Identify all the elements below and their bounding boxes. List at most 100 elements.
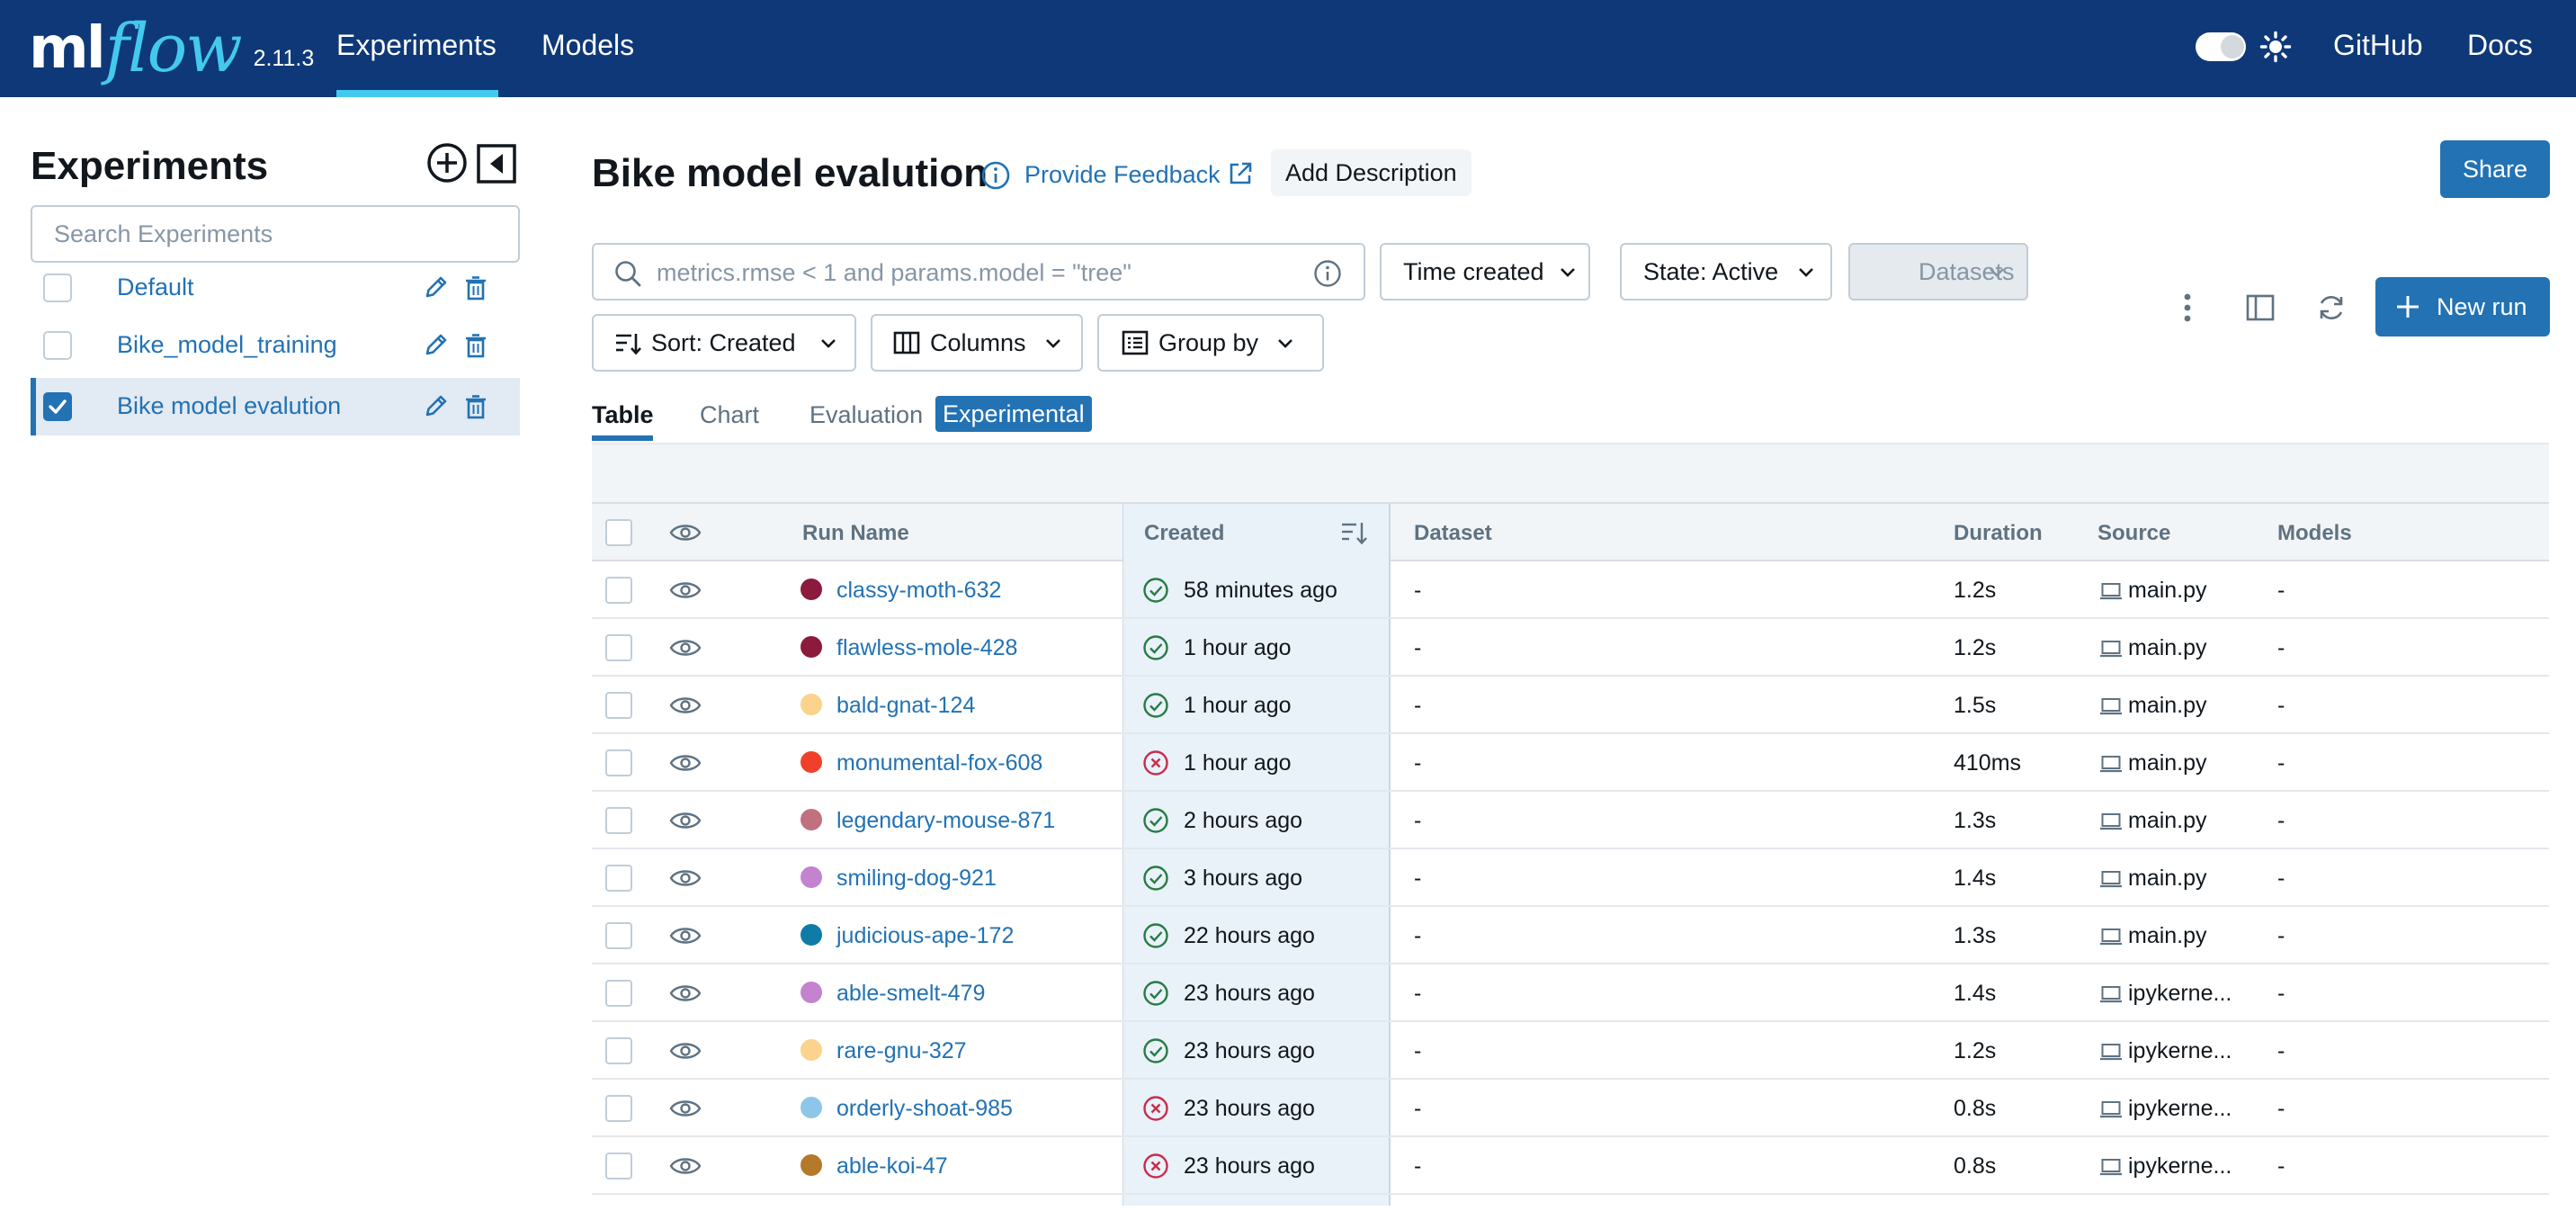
table-row[interactable]: flawless-mole-428 1 hour ago - 1.2s main.py -	[592, 619, 2549, 677]
run-name-link[interactable]: monumental-fox-608	[836, 750, 1042, 776]
state-dropdown[interactable]: State: Active	[1620, 243, 1832, 301]
eye-icon[interactable]	[669, 637, 702, 659]
sidebar-item-bike-model-training[interactable]: Bike_model_training	[31, 317, 520, 374]
run-color-dot[interactable]	[801, 694, 822, 715]
eye-icon[interactable]	[669, 925, 702, 946]
table-row[interactable]: classy-moth-632 58 minutes ago - 1.2s main.p…	[592, 561, 2549, 619]
run-color-dot[interactable]	[801, 1154, 822, 1176]
refresh-icon[interactable]	[2315, 292, 2348, 324]
add-experiment-icon[interactable]	[426, 142, 468, 184]
search-info-icon[interactable]	[1313, 259, 1342, 288]
run-color-dot[interactable]	[801, 809, 822, 830]
table-row[interactable]: smiling-dog-921 3 hours ago - 1.4s main.py -	[592, 849, 2549, 907]
search-experiments-input[interactable]	[31, 205, 520, 263]
row-checkbox[interactable]	[605, 980, 632, 1007]
tab-evaluation[interactable]: Evaluation	[809, 401, 923, 429]
dark-mode-toggle[interactable]	[2196, 32, 2246, 61]
delete-trash-icon[interactable]	[464, 333, 487, 358]
experiment-checkbox[interactable]	[43, 274, 72, 302]
eye-icon[interactable]	[669, 982, 702, 1004]
select-all-checkbox[interactable]	[605, 519, 632, 546]
row-checkbox[interactable]	[605, 1095, 632, 1122]
row-checkbox[interactable]	[605, 749, 632, 776]
row-checkbox[interactable]	[605, 807, 632, 834]
source-cell[interactable]: main.py	[2128, 808, 2207, 834]
table-row[interactable]: rare-gnu-327 23 hours ago - 1.2s ipykerne...…	[592, 1022, 2549, 1080]
nav-experiments[interactable]: Experiments	[336, 29, 496, 62]
experiment-name[interactable]: Default	[117, 274, 194, 301]
sidebar-item-bike-model-evalution[interactable]: Bike model evalution	[31, 378, 520, 435]
run-color-dot[interactable]	[801, 982, 822, 1003]
runs-search-input[interactable]	[657, 254, 1286, 292]
run-name-link[interactable]: able-koi-47	[836, 1153, 948, 1180]
nav-docs[interactable]: Docs	[2467, 29, 2533, 62]
tab-chart[interactable]: Chart	[700, 401, 759, 429]
group-by-dropdown[interactable]: Group by	[1097, 314, 1324, 372]
column-header-dataset[interactable]: Dataset	[1414, 521, 1492, 546]
table-row[interactable]: judicious-ape-172 22 hours ago - 1.3s main.p…	[592, 907, 2549, 964]
run-color-dot[interactable]	[801, 751, 822, 773]
run-name-link[interactable]: classy-moth-632	[836, 578, 1001, 604]
column-header-duration[interactable]: Duration	[1954, 521, 2043, 546]
mlflow-logo[interactable]: ml flow 2.11.3	[29, 4, 314, 94]
source-cell[interactable]: main.py	[2128, 750, 2207, 776]
row-checkbox[interactable]	[605, 1153, 632, 1180]
info-icon[interactable]	[980, 160, 1011, 191]
eye-icon[interactable]	[669, 695, 702, 716]
run-name-link[interactable]: judicious-ape-172	[836, 923, 1014, 949]
table-row[interactable]: legendary-mouse-871 2 hours ago - 1.3s main.…	[592, 792, 2549, 849]
delete-trash-icon[interactable]	[464, 275, 487, 301]
new-run-button[interactable]: New run	[2375, 277, 2550, 336]
run-color-dot[interactable]	[801, 636, 822, 658]
run-color-dot[interactable]	[801, 866, 822, 888]
experiment-name[interactable]: Bike_model_training	[117, 331, 337, 359]
experiment-checkbox[interactable]	[43, 331, 72, 360]
row-checkbox[interactable]	[605, 634, 632, 661]
more-options-icon[interactable]	[2175, 290, 2200, 326]
source-cell[interactable]: main.py	[2128, 923, 2207, 949]
source-cell[interactable]: ipykerne...	[2128, 1038, 2232, 1064]
run-name-link[interactable]: rare-gnu-327	[836, 1038, 967, 1064]
run-name-link[interactable]: smiling-dog-921	[836, 866, 997, 892]
run-name-link[interactable]: able-smelt-479	[836, 981, 985, 1007]
edit-pencil-icon[interactable]	[423, 392, 450, 419]
run-name-link[interactable]: flawless-mole-428	[836, 635, 1017, 661]
experiment-checkbox-checked[interactable]	[43, 392, 72, 421]
table-row[interactable]: able-smelt-479 23 hours ago - 1.4s ipykerne.…	[592, 964, 2549, 1022]
edit-pencil-icon[interactable]	[423, 331, 450, 358]
nav-models[interactable]: Models	[541, 29, 634, 62]
table-row[interactable]: bald-gnat-124 1 hour ago - 1.5s main.py -	[592, 677, 2549, 734]
eye-icon[interactable]	[669, 752, 702, 774]
source-cell[interactable]: ipykerne...	[2128, 1153, 2232, 1180]
eye-icon[interactable]	[669, 522, 702, 543]
run-name-link[interactable]: orderly-shoat-985	[836, 1096, 1013, 1122]
add-description-button[interactable]: Add Description	[1271, 149, 1471, 196]
eye-icon[interactable]	[669, 1155, 702, 1177]
row-checkbox[interactable]	[605, 1037, 632, 1064]
eye-icon[interactable]	[669, 810, 702, 831]
source-cell[interactable]: ipykerne...	[2128, 981, 2232, 1007]
row-checkbox[interactable]	[605, 692, 632, 719]
column-header-source[interactable]: Source	[2097, 521, 2170, 546]
experiment-name[interactable]: Bike model evalution	[117, 392, 341, 420]
source-cell[interactable]: ipykerne...	[2128, 1096, 2232, 1122]
run-color-dot[interactable]	[801, 1097, 822, 1118]
columns-dropdown[interactable]: Columns	[871, 314, 1083, 372]
edit-pencil-icon[interactable]	[423, 274, 450, 301]
source-cell[interactable]: main.py	[2128, 578, 2207, 604]
eye-icon[interactable]	[669, 867, 702, 889]
eye-icon[interactable]	[669, 579, 702, 601]
run-name-link[interactable]: legendary-mouse-871	[836, 808, 1055, 834]
row-checkbox[interactable]	[605, 865, 632, 892]
sort-descending-icon[interactable]	[1340, 520, 1369, 545]
column-header-run-name[interactable]: Run Name	[802, 521, 909, 546]
eye-icon[interactable]	[669, 1098, 702, 1119]
sidebar-item-default[interactable]: Default	[31, 259, 520, 317]
eye-icon[interactable]	[669, 1040, 702, 1062]
table-row[interactable]: able-koi-47 23 hours ago - 0.8s ipykerne... -	[592, 1137, 2549, 1195]
side-panel-icon[interactable]	[2244, 292, 2276, 324]
run-name-link[interactable]: bald-gnat-124	[836, 693, 975, 719]
nav-github[interactable]: GitHub	[2333, 29, 2423, 62]
runs-search-box[interactable]	[592, 243, 1365, 301]
sort-dropdown[interactable]: Sort: Created	[592, 314, 856, 372]
